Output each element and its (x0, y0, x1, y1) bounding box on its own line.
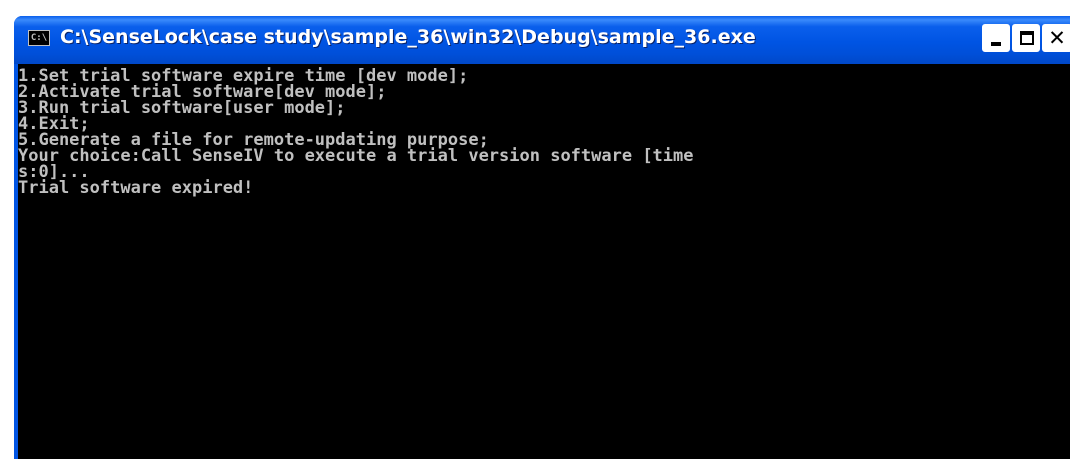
close-icon: ✕ (1048, 26, 1066, 50)
console-line: Trial software expired! (18, 178, 254, 198)
console-text: 1.Set trial software expire time [dev mo… (18, 68, 694, 198)
close-button[interactable]: ✕ (1042, 24, 1070, 52)
window-title: C:\SenseLock\case study\sample_36\win32\… (60, 26, 756, 48)
console-line: Your choice:Call SenseIV to execute a tr… (18, 146, 694, 166)
console-line: 3.Run trial software[user mode]; (18, 98, 346, 118)
title-bar[interactable]: C:\ C:\SenseLock\case study\sample_36\wi… (14, 16, 1070, 64)
console-app-icon[interactable]: C:\ (28, 30, 50, 46)
console-output[interactable]: 1.Set trial software expire time [dev mo… (18, 64, 1070, 459)
console-window: C:\ C:\SenseLock\case study\sample_36\wi… (14, 16, 1070, 459)
maximize-icon (1020, 31, 1034, 45)
minimize-icon (991, 42, 1001, 46)
minimize-button[interactable] (982, 24, 1010, 52)
maximize-button[interactable] (1012, 24, 1040, 52)
